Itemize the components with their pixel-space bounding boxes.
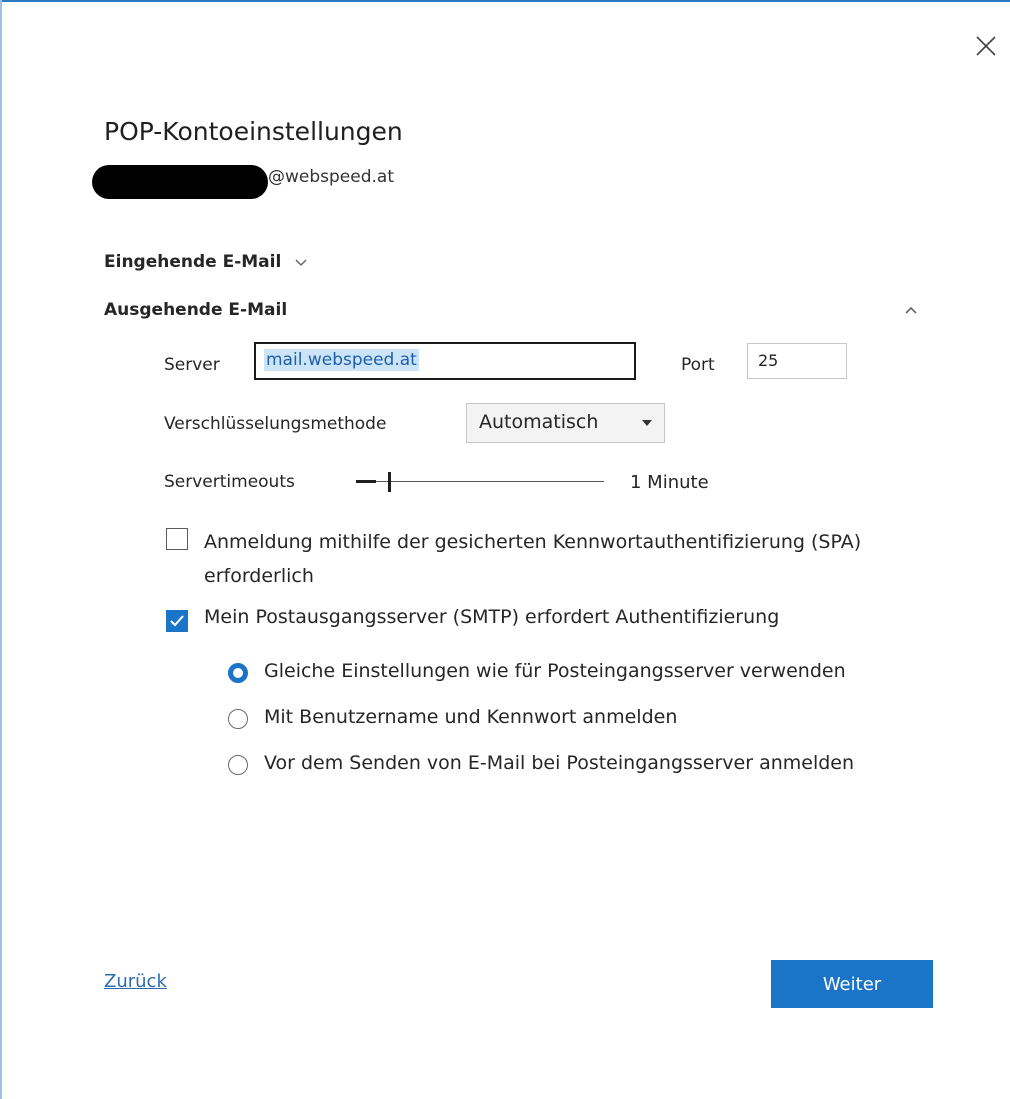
chevron-down-icon (295, 259, 307, 267)
close-button[interactable] (970, 30, 1002, 62)
dialog-title: POP-Kontoeinstellungen (104, 117, 403, 146)
redacted-username (92, 165, 268, 199)
chevron-up-icon[interactable] (904, 305, 918, 319)
radio-same-settings[interactable] (228, 663, 248, 683)
outgoing-mail-section-toggle[interactable]: Ausgehende E-Mail (104, 300, 287, 320)
incoming-mail-section-toggle[interactable]: Eingehende E-Mail (104, 252, 307, 272)
radio-login-before-send-label: Vor dem Senden von E-Mail bei Posteingan… (264, 752, 855, 774)
server-timeout-value: 1 Minute (630, 472, 709, 493)
slider-fill (356, 480, 376, 483)
dropdown-arrow-icon (642, 420, 652, 426)
radio-username-password[interactable] (228, 709, 248, 729)
slider-track (356, 481, 604, 482)
back-link[interactable]: Zurück (104, 971, 167, 992)
slider-thumb[interactable] (388, 472, 391, 492)
incoming-mail-label: Eingehende E-Mail (104, 252, 282, 272)
window-top-border (0, 0, 1010, 2)
checkmark-icon (170, 615, 184, 627)
server-input[interactable]: mail.webspeed.at (254, 342, 636, 380)
port-input[interactable]: 25 (747, 343, 847, 379)
server-timeout-slider[interactable] (356, 469, 606, 495)
encryption-method-select[interactable]: Automatisch (466, 403, 665, 443)
spa-checkbox-label: Anmeldung mithilfe der gesicherten Kennw… (204, 531, 862, 587)
server-label: Server (164, 355, 220, 375)
window-left-border (0, 0, 2, 1099)
server-input-value: mail.webspeed.at (264, 349, 419, 371)
smtp-auth-checkbox-label: Mein Postausgangsserver (SMTP) erfordert… (204, 606, 780, 628)
close-icon (976, 36, 996, 56)
server-timeout-label: Servertimeouts (164, 472, 295, 492)
next-button[interactable]: Weiter (771, 960, 933, 1008)
smtp-auth-checkbox[interactable] (166, 610, 188, 632)
encryption-method-value: Automatisch (479, 411, 599, 433)
outgoing-mail-label: Ausgehende E-Mail (104, 300, 288, 320)
encryption-method-label: Verschlüsselungsmethode (164, 414, 387, 434)
port-label: Port (681, 355, 715, 375)
spa-checkbox[interactable] (166, 528, 188, 550)
radio-login-before-send[interactable] (228, 755, 248, 775)
radio-username-password-label: Mit Benutzername und Kennwort anmelden (264, 706, 678, 728)
radio-same-settings-label: Gleiche Einstellungen wie für Posteingan… (264, 660, 846, 682)
account-email-domain: @webspeed.at (268, 167, 394, 187)
